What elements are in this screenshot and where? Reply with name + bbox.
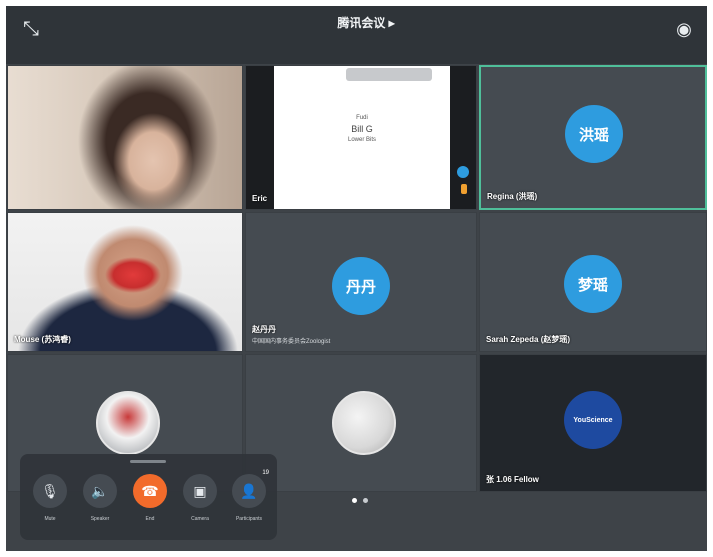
participant-tile-8[interactable]: YouScience 张 1.06 Fellow (479, 354, 707, 492)
control-bar: 🎙 Mute 🔈 Speaker ☎ End ▣ Camera 👤 19 Par… (20, 454, 277, 540)
control-label: Speaker (90, 516, 110, 522)
participant-tile-3[interactable]: Mouse (苏鸿睿) (7, 212, 243, 352)
participant-name: Mouse (苏鸿睿) (14, 335, 71, 344)
control-label: End (145, 516, 155, 522)
participant-subtitle: 中国国内事务委员会Zoologist (252, 339, 331, 345)
avatar: 洪瑶 (565, 105, 623, 163)
participant-tile-1[interactable]: Fudi Bill G Lower Bits Eric (245, 65, 477, 210)
participant-tile-2[interactable]: 洪瑶 Regina (洪瑶) (479, 65, 707, 210)
slide-line: Fudi (356, 115, 368, 121)
page-dot[interactable] (363, 497, 368, 503)
slide-text: Fudi Bill G Lower Bits (274, 112, 450, 146)
avatar: YouScience (564, 391, 622, 449)
status-dot (457, 166, 469, 178)
slide-line: Bill G (351, 124, 373, 134)
control-label: Participants (235, 516, 263, 522)
collapse-icon[interactable]: ⤡ (20, 18, 42, 40)
mute-button[interactable]: 🎙 Mute (28, 474, 72, 522)
meeting-title: 腾讯会议 ▸ (337, 16, 395, 30)
avatar: 丹丹 (332, 257, 390, 315)
participant-name: 赵丹丹 (252, 325, 276, 334)
participant-name: 张 1.06 Fellow (486, 475, 539, 484)
avatar: 梦瑶 (564, 255, 622, 313)
participant-tile-5[interactable]: 梦瑶 Sarah Zepeda (赵梦瑶) (479, 212, 707, 352)
speaker-icon: 🔈 (83, 474, 117, 508)
participant-count-badge: 19 (262, 470, 269, 476)
avatar (332, 391, 396, 455)
speaker-button[interactable]: 🔈 Speaker (78, 474, 122, 522)
slide-line: Lower Bits (347, 137, 376, 143)
video-camera-icon: ▣ (183, 474, 217, 508)
camera-button[interactable]: ▣ Camera (178, 474, 222, 522)
meeting-window: ⤡ 腾讯会议 ▸ ◉ Fudi Bill G Lower Bits Eric 洪… (6, 6, 707, 551)
mic-level-indicator (461, 184, 467, 194)
top-bar: ⤡ 腾讯会议 ▸ ◉ (6, 6, 707, 64)
page-indicator[interactable] (348, 496, 372, 504)
participant-tile-0[interactable] (7, 65, 243, 210)
control-label: Camera (191, 516, 209, 522)
participants-icon: 👤 (232, 474, 266, 508)
participant-name: Eric (252, 194, 268, 203)
participant-name: Sarah Zepeda (赵梦瑶) (486, 335, 571, 344)
shared-screen: Fudi Bill G Lower Bits (274, 66, 450, 209)
camera-switch-icon[interactable]: ◉ (673, 18, 695, 40)
participant-tile-7[interactable] (245, 354, 477, 492)
avatar (96, 391, 160, 455)
phone-end-icon: ☎ (133, 474, 167, 508)
meeting-title-area[interactable]: 腾讯会议 ▸ (236, 14, 496, 34)
end-call-button[interactable]: ☎ End (128, 474, 172, 522)
drag-handle[interactable] (130, 460, 166, 463)
microphone-icon: 🎙 (33, 474, 67, 508)
control-label: Mute (44, 516, 56, 522)
participants-button[interactable]: 👤 19 Participants (227, 470, 271, 522)
share-toolbar[interactable] (346, 68, 432, 81)
page-dot[interactable] (352, 497, 357, 503)
participant-name: Regina (洪瑶) (487, 192, 538, 201)
participant-tile-4[interactable]: 丹丹 赵丹丹 中国国内事务委员会Zoologist (245, 212, 477, 352)
